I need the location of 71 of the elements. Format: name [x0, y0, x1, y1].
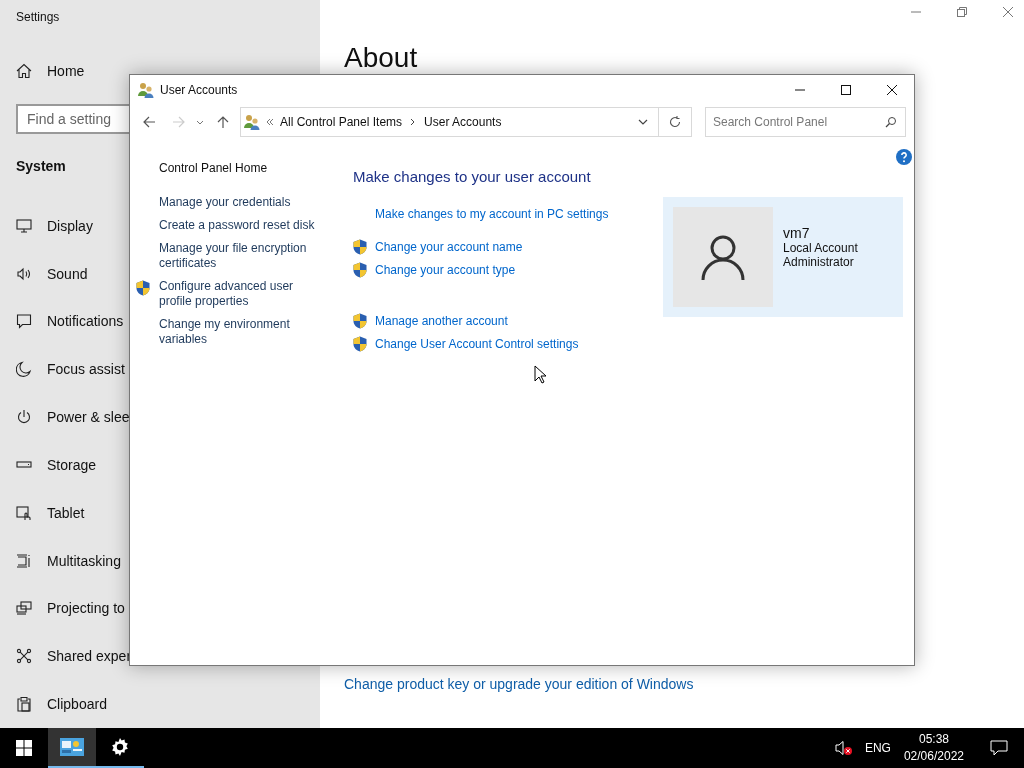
history-caret-icon[interactable]	[196, 118, 204, 126]
task-link[interactable]: Configure advanced user profile properties	[159, 279, 319, 309]
tablet-icon	[16, 504, 32, 521]
task-link[interactable]: Create a password reset disk	[159, 218, 319, 233]
nav-item[interactable]: Focus assist	[47, 361, 125, 378]
sound-icon	[16, 265, 32, 282]
control-panel-home-link[interactable]: Control Panel Home	[159, 161, 268, 175]
breadcrumb-item[interactable]: All Control Panel Items	[280, 115, 403, 129]
task-link[interactable]: Manage your credentials	[159, 195, 319, 210]
refresh-icon[interactable]	[659, 107, 692, 137]
window-title: User Accounts	[160, 83, 238, 97]
account-name: vm7	[783, 225, 811, 241]
notifications-icon[interactable]	[990, 740, 1008, 756]
notifications-icon	[16, 313, 32, 330]
account-type: Local Account	[783, 241, 858, 255]
separator-icon	[410, 118, 417, 126]
search-icon	[885, 116, 897, 128]
nav-item[interactable]: Shared exper	[47, 648, 132, 665]
nav-item[interactable]: Notifications	[47, 313, 124, 330]
search-field[interactable]: Search Control Panel	[705, 107, 906, 137]
nav-item[interactable]: Display	[47, 217, 93, 234]
volume-muted-icon[interactable]	[834, 740, 853, 756]
close-icon[interactable]	[886, 84, 898, 96]
overflow-icon	[266, 118, 274, 126]
account-role: Administrator	[783, 255, 855, 269]
display-icon	[16, 217, 32, 234]
control-panel-icon	[60, 738, 84, 756]
multitasking-icon	[16, 552, 32, 569]
nav-item[interactable]: Power & slee	[47, 409, 130, 426]
pc-settings-link[interactable]: Make changes to my account in PC settings	[375, 207, 663, 221]
power-icon	[16, 409, 32, 426]
language-indicator[interactable]: ENG	[864, 741, 891, 755]
product-key-link[interactable]: Change product key or upgrade your edition of Windows	[344, 676, 694, 692]
task-link[interactable]: Change my environment variables	[159, 317, 319, 347]
page-heading: About	[344, 44, 418, 72]
home-icon	[16, 62, 32, 79]
up-icon[interactable]	[216, 115, 230, 129]
task-link[interactable]: Change your account type	[375, 263, 516, 277]
projecting-icon	[16, 600, 32, 617]
window-title: Settings	[16, 10, 60, 24]
shared-icon	[16, 648, 32, 665]
section-heading: System	[16, 157, 66, 174]
focus-icon	[16, 361, 32, 378]
task-link[interactable]: Manage your file encryption certificates	[159, 241, 319, 271]
control-panel-app-button[interactable]	[48, 728, 96, 768]
users-icon	[244, 114, 260, 130]
gear-icon	[110, 737, 130, 757]
nav-item[interactable]: Storage	[47, 456, 97, 473]
dropdown-caret-icon[interactable]	[638, 117, 648, 127]
help-icon[interactable]	[896, 149, 912, 165]
avatar-icon	[673, 207, 773, 307]
users-icon	[138, 82, 154, 98]
back-icon[interactable]	[142, 115, 156, 129]
address-bar[interactable]: All Control Panel Items User Accounts	[240, 107, 659, 137]
nav-item[interactable]: Sound	[47, 265, 88, 282]
nav-item[interactable]: Projecting to	[47, 600, 125, 617]
task-link[interactable]: Change your account name	[375, 240, 523, 254]
nav-item[interactable]: Multitasking	[47, 552, 121, 569]
maximize-icon[interactable]	[840, 84, 852, 96]
nav-item[interactable]: Tablet	[47, 504, 85, 521]
breadcrumb-item[interactable]: User Accounts	[424, 115, 502, 129]
clock[interactable]: 05:38 02/06/2022	[903, 731, 964, 765]
task-link[interactable]: Manage another account	[375, 314, 508, 328]
home-link[interactable]: Home	[47, 62, 85, 79]
restore-icon[interactable]	[956, 6, 968, 18]
task-link[interactable]: Change User Account Control settings	[375, 337, 579, 351]
clipboard-icon	[16, 696, 32, 713]
nav-item[interactable]: Clipboard	[47, 696, 107, 713]
mouse-pointer-icon	[534, 365, 546, 384]
start-icon[interactable]	[16, 740, 32, 756]
section-heading: Make changes to your user account	[353, 168, 592, 185]
